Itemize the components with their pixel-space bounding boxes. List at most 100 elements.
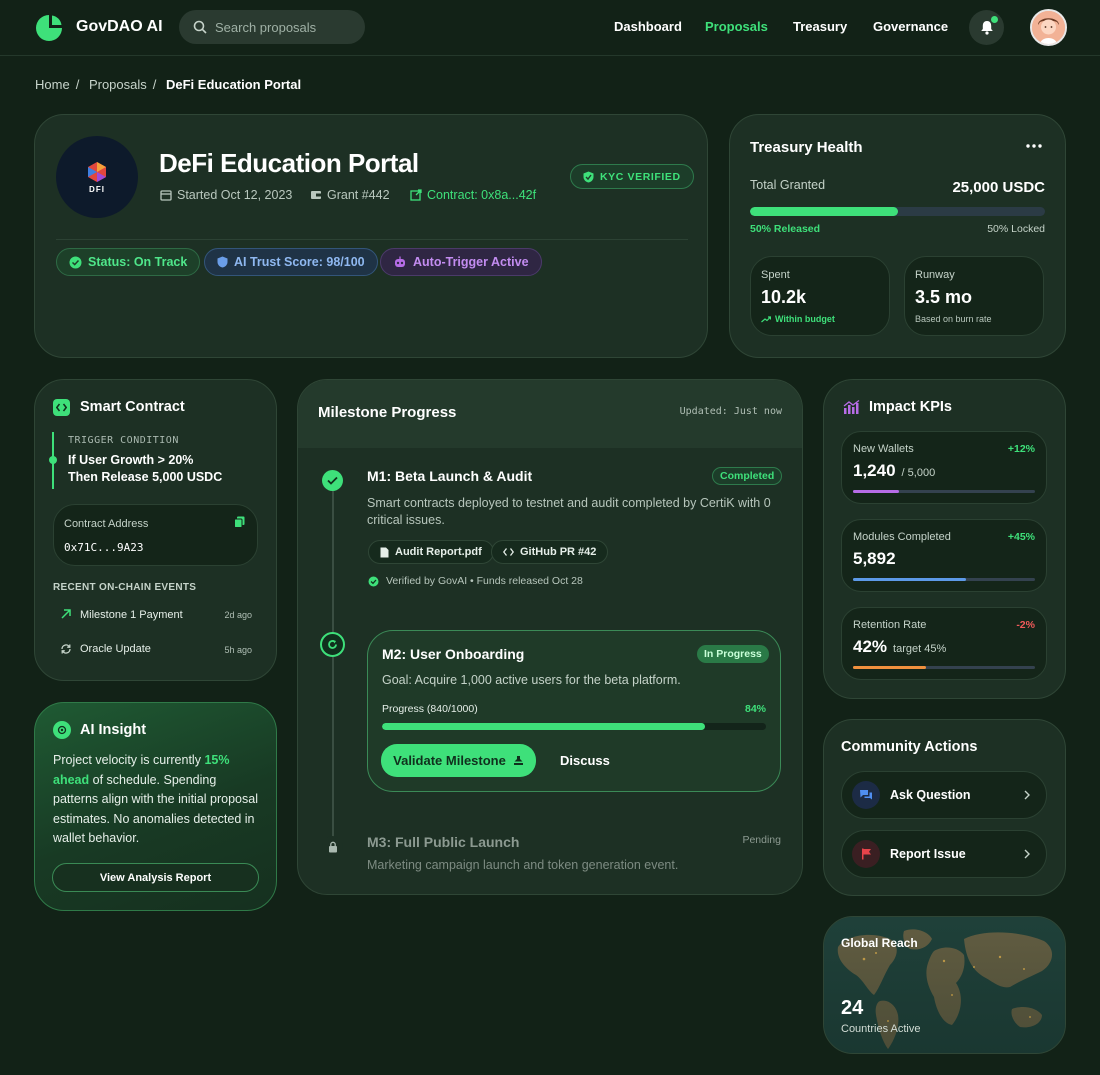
search-icon: [193, 20, 207, 34]
user-avatar[interactable]: [1030, 9, 1067, 46]
released-label: 50% Released: [750, 223, 821, 235]
kpi-change: +45%: [1007, 531, 1035, 543]
nav-proposals[interactable]: Proposals: [705, 19, 768, 34]
kpi-fill: [853, 578, 966, 581]
refresh-icon: [61, 644, 71, 654]
updated-label: Updated: Just now: [679, 406, 782, 417]
search-input[interactable]: [215, 19, 355, 35]
audit-report-chip[interactable]: Audit Report.pdf: [368, 540, 494, 564]
top-nav-bar: GovDAO AI Dashboard Proposals Treasury G…: [0, 0, 1100, 56]
report-issue-button[interactable]: Report Issue: [841, 830, 1047, 878]
m2-progress-label: Progress (840/1000): [382, 703, 478, 715]
trigger-condition-line1: If User Growth > 20%: [68, 453, 194, 467]
total-granted-label: Total Granted: [750, 178, 826, 192]
logo-icon[interactable]: [35, 14, 63, 42]
m2-progress-pct: 84%: [744, 703, 766, 715]
kpi-value-row: 42% target 45%: [853, 637, 946, 657]
shield-icon: [217, 256, 228, 268]
calendar-icon: [160, 190, 172, 201]
contract-link[interactable]: Contract: 0x8a...42f: [410, 188, 536, 202]
kpi-track: [853, 490, 1035, 493]
ai-insight-text: Project velocity is currently 15% ahead …: [53, 751, 263, 849]
kyc-text: KYC VERIFIED: [600, 170, 681, 183]
milestone-in-progress-icon: [320, 632, 345, 657]
kpi-fill: [853, 666, 926, 669]
started-date: Started Oct 12, 2023: [160, 188, 292, 202]
event-name: Milestone 1 Payment: [80, 609, 183, 621]
report-issue-label: Report Issue: [890, 847, 966, 861]
github-pr-chip[interactable]: GitHub PR #42: [491, 540, 609, 564]
kpi-sub: / 5,000: [901, 467, 936, 479]
m1-desc-line: critical issues.: [367, 513, 445, 527]
verified-badge-icon: [368, 576, 379, 586]
insight-text-part: Project velocity is currently: [53, 753, 205, 767]
audit-report-text: Audit Report.pdf: [395, 546, 482, 558]
treasury-release-fill: [750, 207, 898, 216]
m2-goal: Goal: Acquire 1,000 active users for the…: [382, 673, 681, 687]
robot-icon: [395, 256, 405, 267]
arrow-up-right-icon: [61, 609, 71, 619]
ask-question-button[interactable]: Ask Question: [841, 771, 1047, 819]
project-logo-icon: [88, 161, 106, 182]
runway-value: 3.5 mo: [915, 287, 973, 307]
nav-treasury[interactable]: Treasury: [793, 19, 847, 34]
runway-note: Based on burn rate: [915, 314, 992, 324]
spent-label: Spent: [761, 269, 790, 281]
validate-milestone-button[interactable]: Validate Milestone: [381, 744, 536, 777]
smart-contract-title: Smart Contract: [80, 399, 185, 415]
auto-trigger-badge: Auto-Trigger Active: [380, 248, 542, 276]
project-logo-text: DFI: [89, 184, 105, 194]
project-logo: DFI: [56, 136, 138, 218]
contract-text[interactable]: Contract: 0x8a...42f: [427, 188, 536, 202]
m2-status-badge: In Progress: [697, 645, 769, 663]
kpi-change: -2%: [1016, 619, 1035, 631]
chevron-right-icon: [1024, 849, 1030, 859]
kpi-sub: target 45%: [893, 643, 947, 655]
kpi-track: [853, 578, 1035, 581]
community-actions-title: Community Actions: [841, 739, 978, 755]
milestone-complete-icon: [322, 470, 343, 491]
search-box[interactable]: [179, 10, 365, 44]
breadcrumb-home[interactable]: Home: [35, 77, 70, 92]
kpi-track: [853, 666, 1035, 669]
breadcrumb-proposals[interactable]: Proposals: [89, 77, 147, 92]
brand-name[interactable]: GovDAO AI: [76, 18, 163, 36]
flag-icon: [852, 840, 880, 868]
trust-score-text: AI Trust Score: 98/100: [234, 255, 365, 269]
ask-question-label: Ask Question: [890, 788, 971, 802]
chat-icon: [852, 781, 880, 809]
copy-icon[interactable]: [234, 516, 245, 528]
milestone-title: Milestone Progress: [318, 404, 457, 421]
m3-title: M3: Full Public Launch: [367, 834, 520, 850]
shield-check-icon: [583, 171, 594, 182]
more-options-icon[interactable]: [1026, 144, 1042, 148]
breadcrumb-current: DeFi Education Portal: [166, 77, 302, 92]
event-name: Oracle Update: [80, 643, 151, 655]
kpi-fill: [853, 490, 899, 493]
m1-status-badge: Completed: [712, 467, 783, 485]
kyc-badge: KYC VERIFIED: [570, 164, 694, 189]
m1-verified-text: Verified by GovAI • Funds released Oct 2…: [386, 575, 583, 587]
view-analysis-report-button[interactable]: View Analysis Report: [52, 863, 259, 892]
trust-score-badge: AI Trust Score: 98/100: [204, 248, 378, 276]
contract-address-label: Contract Address: [64, 518, 149, 530]
started-text: Started Oct 12, 2023: [177, 188, 293, 202]
ai-brain-icon: [53, 721, 71, 739]
recent-events-label: RECENT ON-CHAIN EVENTS: [53, 582, 197, 593]
m1-desc-line: Smart contracts deployed to testnet and …: [367, 496, 771, 510]
contract-address-box: [53, 504, 258, 566]
m1-verified: Verified by GovAI • Funds released Oct 2…: [368, 575, 583, 587]
status-text: Status: On Track: [88, 255, 188, 269]
runway-label: Runway: [915, 269, 955, 281]
code-icon: [53, 399, 70, 416]
m1-title: M1: Beta Launch & Audit: [367, 468, 533, 484]
kpi-change: +12%: [1007, 443, 1035, 455]
check-circle-icon: [69, 256, 82, 268]
nav-governance[interactable]: Governance: [873, 19, 948, 34]
nav-dashboard[interactable]: Dashboard: [614, 19, 682, 34]
timeline-line: [332, 480, 334, 842]
wallet-icon: [311, 191, 321, 199]
trend-up-icon: [761, 315, 771, 322]
discuss-button[interactable]: Discuss: [560, 753, 610, 768]
notifications-button[interactable]: [969, 10, 1004, 45]
